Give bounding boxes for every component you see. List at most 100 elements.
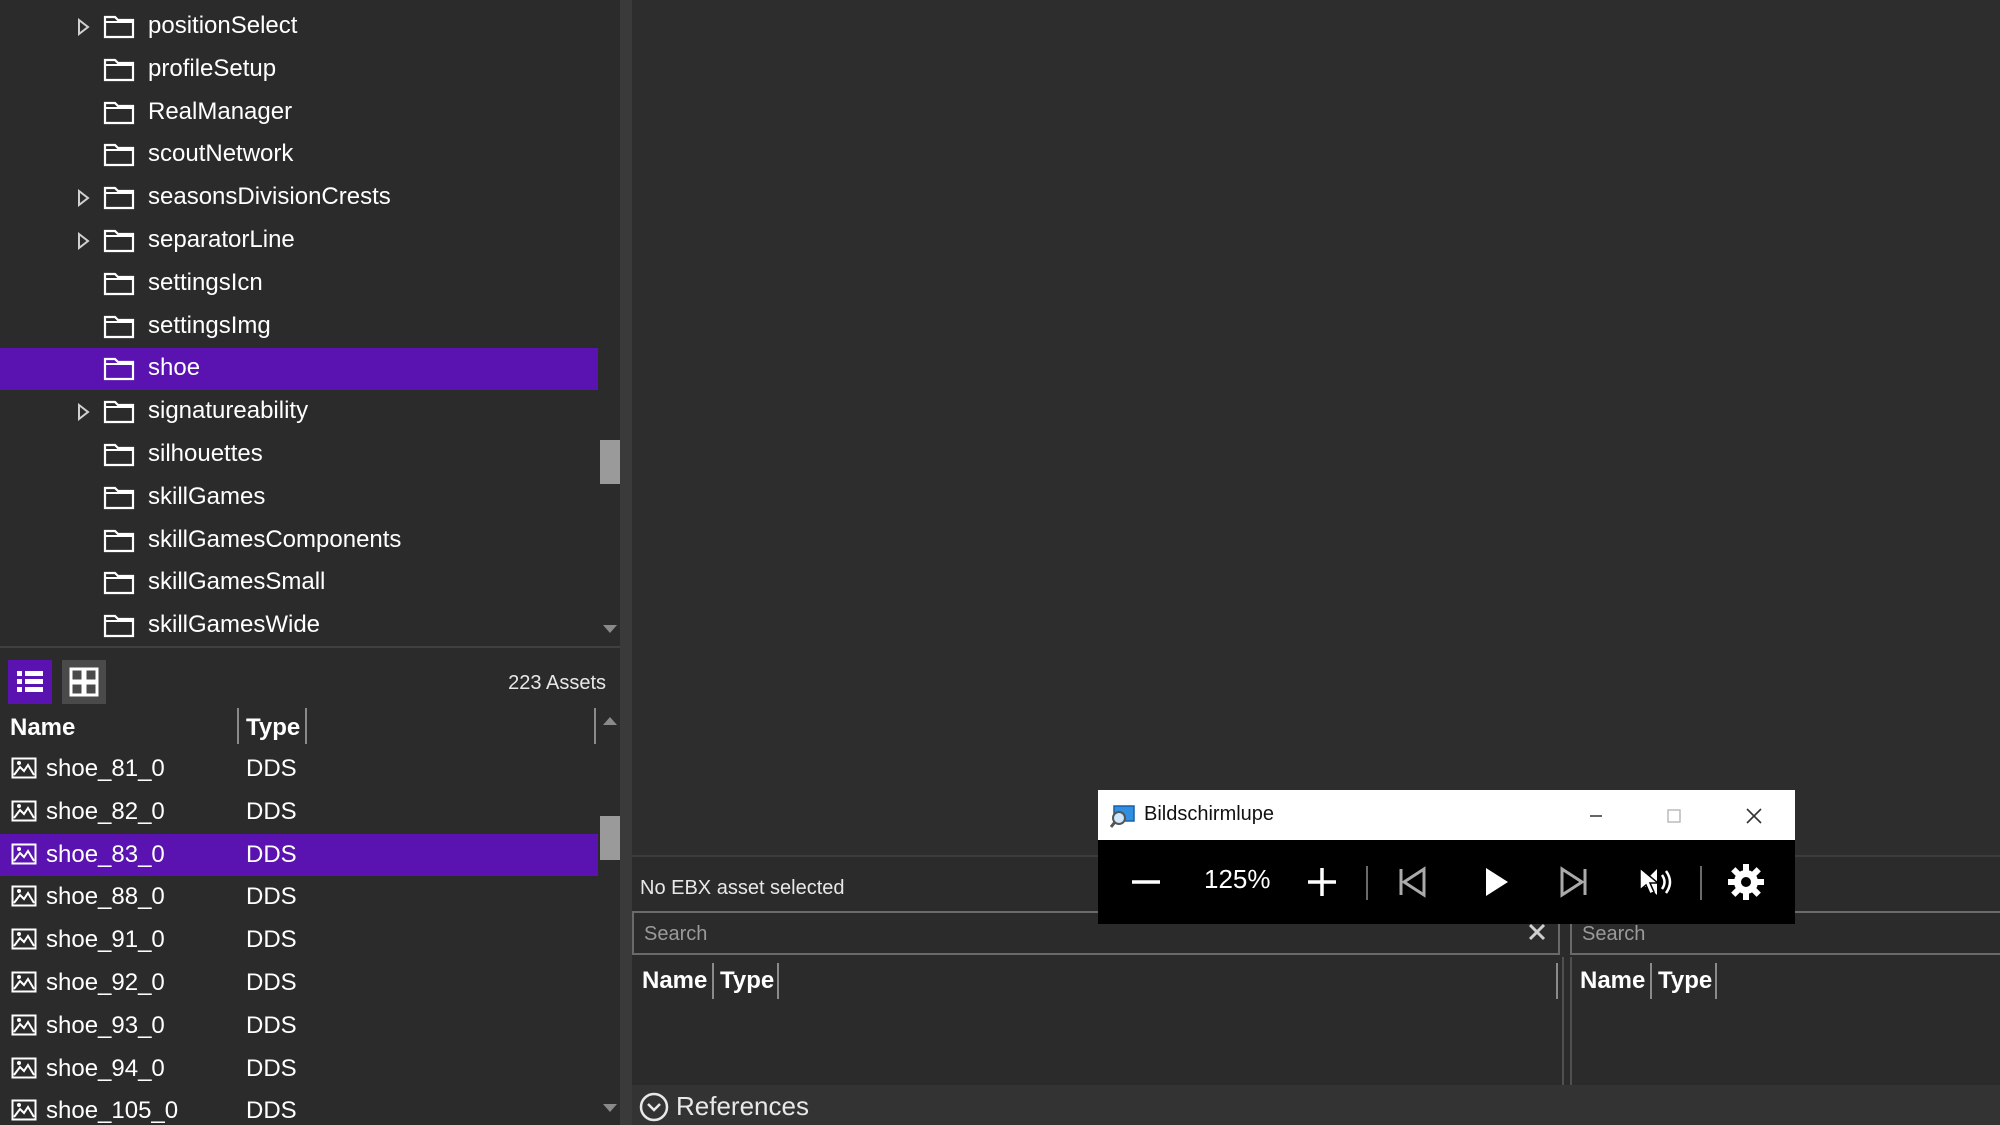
folder-icon <box>103 58 135 81</box>
grid-view-button[interactable] <box>62 660 106 704</box>
column-separator[interactable] <box>594 708 596 744</box>
references-label: References <box>676 1091 809 1121</box>
tree-scrollbar-thumb[interactable] <box>600 440 620 484</box>
tree-item[interactable]: separatorLine <box>0 220 598 262</box>
tree-item[interactable]: silhouettes <box>0 434 598 476</box>
magnifier-title: Bildschirmlupe <box>1144 803 1275 825</box>
image-icon <box>11 928 37 950</box>
references-expander[interactable]: References <box>632 1085 2000 1125</box>
grid-view-icon <box>69 667 99 697</box>
tree-item[interactable]: settingsIcn <box>0 263 598 305</box>
image-icon <box>11 843 37 865</box>
image-icon <box>11 757 37 779</box>
column-header-type[interactable]: Type <box>720 967 774 995</box>
list-view-icon <box>17 671 43 692</box>
image-icon <box>11 1014 37 1036</box>
asset-name: shoe_91_0 <box>46 926 165 954</box>
asset-row[interactable]: shoe_82_0 DDS <box>0 791 598 833</box>
asset-name: shoe_94_0 <box>46 1054 165 1082</box>
list-view-button[interactable] <box>8 660 52 704</box>
tree-item[interactable]: RealManager <box>0 92 598 134</box>
clear-search-icon[interactable] <box>1526 921 1548 943</box>
magnifier-toolbar: 125% <box>1098 840 1795 924</box>
asset-name: shoe_82_0 <box>46 797 165 825</box>
tree-item[interactable]: profileSetup <box>0 49 598 91</box>
expand-arrow-icon[interactable] <box>74 403 92 422</box>
search-placeholder: Search <box>644 923 708 945</box>
column-header-name[interactable]: Name <box>1580 967 1645 995</box>
tree-item-label: signatureability <box>148 397 309 425</box>
previous-icon[interactable] <box>1388 858 1436 906</box>
column-header-name[interactable]: Name <box>10 714 75 742</box>
column-header-name[interactable]: Name <box>642 967 707 995</box>
asset-list: Name Type shoe_81_0 DDS shoe_82_0 DDS shoe_8… <box>0 706 620 1125</box>
asset-row[interactable]: shoe_83_0 DDS <box>0 833 598 876</box>
mouse-cursor-icon <box>1639 866 1660 896</box>
tree-item[interactable]: skillGamesComponents <box>0 520 598 562</box>
minimize-icon[interactable] <box>1582 802 1610 830</box>
tree-item[interactable]: scoutNetwork <box>0 134 598 176</box>
column-separator[interactable] <box>1556 963 1558 999</box>
play-icon[interactable] <box>1470 858 1518 906</box>
asset-type: DDS <box>246 1054 297 1082</box>
asset-row[interactable]: shoe_91_0 DDS <box>0 919 598 961</box>
folder-icon <box>103 272 135 295</box>
folder-tree: positionSelect profileSetup RealManager sco… <box>0 0 600 643</box>
column-separator[interactable] <box>237 708 239 744</box>
column-separator[interactable] <box>1650 963 1652 999</box>
asset-count: 223 Assets <box>508 672 606 694</box>
tree-item[interactable]: skillGamesSmall <box>0 562 598 604</box>
column-separator[interactable] <box>305 708 307 744</box>
asset-row[interactable]: shoe_93_0 DDS <box>0 1005 598 1047</box>
asset-scroll-down-arrow[interactable] <box>601 1101 619 1115</box>
column-separator[interactable] <box>777 963 779 999</box>
tree-item[interactable]: skillGames <box>0 477 598 519</box>
left-grid-header: Name Type <box>632 961 1560 1001</box>
magnifier-titlebar[interactable]: Bildschirmlupe <box>1098 790 1795 840</box>
tree-scroll-down-arrow[interactable] <box>601 622 619 636</box>
tree-item-label: settingsImg <box>148 311 271 339</box>
left-pane: positionSelect profileSetup RealManager sco… <box>0 0 620 1125</box>
next-icon[interactable] <box>1550 858 1598 906</box>
tree-item[interactable]: shoe <box>0 348 598 391</box>
asset-name: shoe_88_0 <box>46 883 165 911</box>
expand-arrow-icon[interactable] <box>74 189 92 208</box>
expand-arrow-icon[interactable] <box>74 232 92 250</box>
asset-row[interactable]: shoe_94_0 DDS <box>0 1048 598 1090</box>
asset-name: shoe_93_0 <box>46 1011 165 1039</box>
pane-splitter[interactable] <box>620 0 632 1125</box>
tree-item[interactable]: settingsImg <box>0 306 598 348</box>
asset-row[interactable]: shoe_92_0 DDS <box>0 962 598 1004</box>
close-icon[interactable] <box>1740 802 1768 830</box>
zoom-out-icon[interactable] <box>1122 858 1170 906</box>
asset-type: DDS <box>246 1011 297 1039</box>
asset-row[interactable]: shoe_105_0 DDS <box>0 1090 598 1125</box>
tree-item[interactable]: signatureability <box>0 391 598 433</box>
folder-icon <box>103 615 135 638</box>
column-separator[interactable] <box>712 963 714 999</box>
folder-icon <box>103 358 135 381</box>
asset-type: DDS <box>246 755 297 782</box>
asset-row[interactable]: shoe_81_0 DDS <box>0 748 598 790</box>
column-separator[interactable] <box>1715 963 1717 999</box>
toolbar-separator <box>1366 866 1368 900</box>
folder-icon <box>103 529 135 552</box>
tree-item[interactable]: seasonsDivisionCrests <box>0 177 598 219</box>
asset-scrollbar-thumb[interactable] <box>600 816 620 860</box>
expand-arrow-icon[interactable] <box>74 18 92 36</box>
tree-item-label: positionSelect <box>148 12 298 39</box>
asset-type: DDS <box>246 1097 297 1125</box>
gear-icon[interactable] <box>1722 858 1770 906</box>
tree-item-label: skillGamesSmall <box>148 568 326 596</box>
search-placeholder: Search <box>1582 923 1646 945</box>
asset-name: shoe_81_0 <box>46 755 165 782</box>
tree-item[interactable]: positionSelect <box>0 6 598 48</box>
tree-item[interactable]: skillGamesWide <box>0 605 598 643</box>
asset-row[interactable]: shoe_88_0 DDS <box>0 876 598 918</box>
zoom-in-icon[interactable] <box>1298 858 1346 906</box>
column-header-type[interactable]: Type <box>246 714 300 742</box>
maximize-icon <box>1667 809 1681 823</box>
asset-scroll-up-arrow[interactable] <box>601 714 619 728</box>
tree-item-label: scoutNetwork <box>148 140 294 168</box>
column-header-type[interactable]: Type <box>1658 967 1712 995</box>
